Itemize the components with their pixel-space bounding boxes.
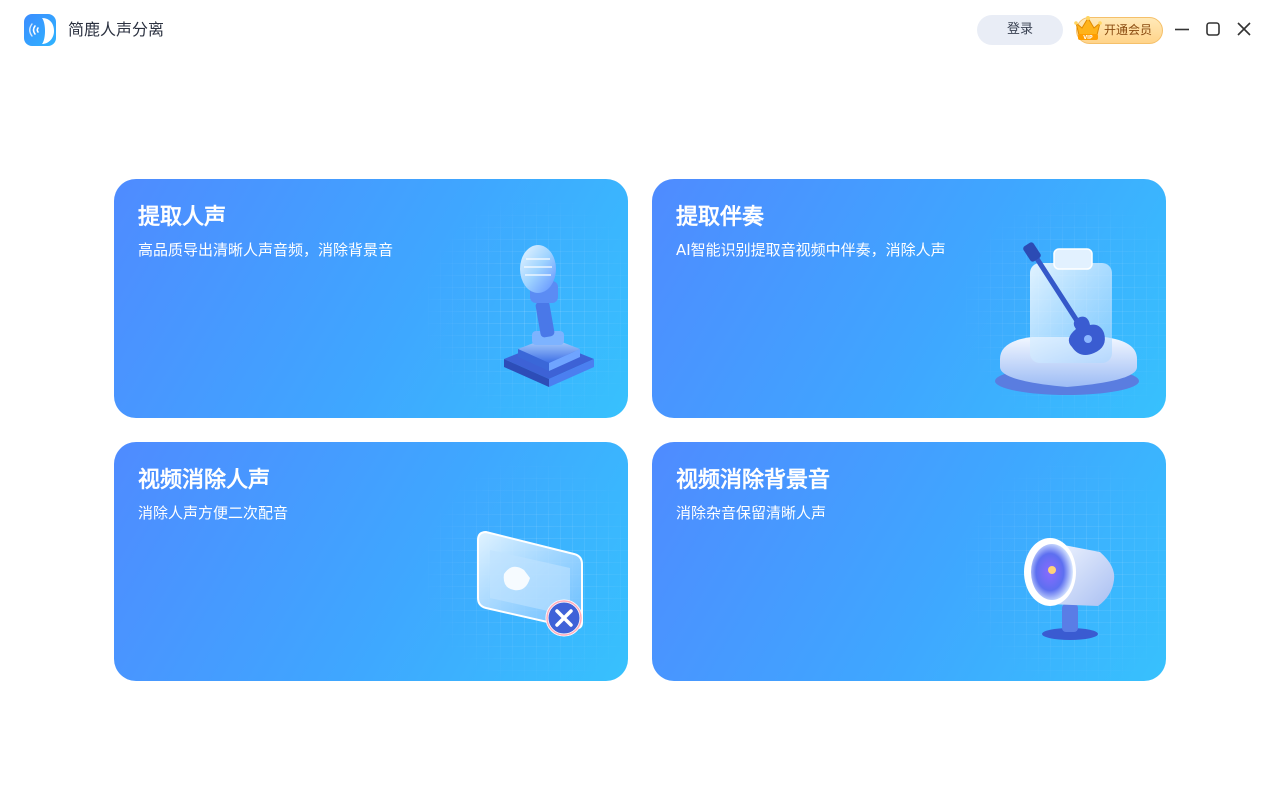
speaker-icon <box>1024 538 1115 640</box>
title-bar: 简鹿人声分离 登录 VIP 开通会员 <box>0 0 1280 60</box>
card-title: 提取伴奏 <box>676 205 765 230</box>
vip-label: 开通会员 <box>1104 23 1153 37</box>
close-icon[interactable] <box>1235 20 1253 38</box>
app-title: 简鹿人声分离 <box>68 20 165 39</box>
card-title: 视频消除背景音 <box>676 468 831 493</box>
svg-text:VIP: VIP <box>1083 35 1093 41</box>
guitar-icon <box>995 242 1139 395</box>
extract-vocals-card[interactable]: 提取人声 高品质导出清晰人声音频，消除背景音 <box>114 179 628 418</box>
maximize-icon[interactable] <box>1204 20 1222 38</box>
vip-button[interactable]: VIP 开通会员 <box>1074 16 1163 44</box>
login-button[interactable]: 登录 <box>977 15 1063 45</box>
card-description: AI智能识别提取音视频中伴奏，消除人声 <box>676 241 946 259</box>
crown-icon: VIP <box>1074 16 1102 41</box>
app-logo-icon <box>24 14 56 46</box>
extract-accompaniment-card[interactable]: 提取伴奏 AI智能识别提取音视频中伴奏，消除人声 <box>652 179 1166 418</box>
card-description: 消除杂音保留清晰人声 <box>676 504 827 522</box>
video-remove-background-card[interactable]: 视频消除背景音 消除杂音保留清晰人声 <box>652 442 1166 681</box>
card-description: 消除人声方便二次配音 <box>138 504 289 522</box>
video-remove-vocals-card[interactable]: 视频消除人声 消除人声方便二次配音 <box>114 442 628 681</box>
card-description: 高品质导出清晰人声音频，消除背景音 <box>138 241 394 259</box>
card-title: 视频消除人声 <box>138 468 271 493</box>
minimize-icon[interactable] <box>1173 20 1191 38</box>
microphone-icon <box>504 245 594 387</box>
card-title: 提取人声 <box>138 205 227 230</box>
video-remove-icon <box>477 530 583 637</box>
